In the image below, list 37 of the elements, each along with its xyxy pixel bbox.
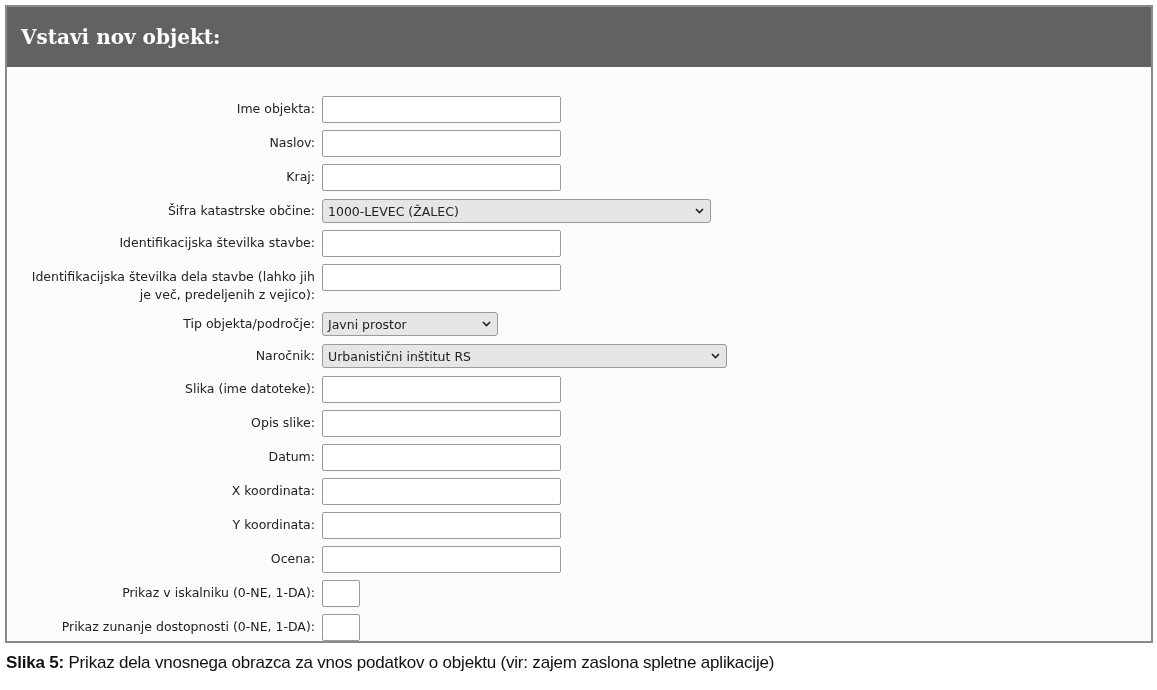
input-field[interactable] (322, 545, 561, 573)
input-field[interactable] (322, 264, 561, 292)
dropdown[interactable]: Urbanistični inštitut RS (322, 344, 727, 369)
input-field[interactable] (322, 477, 561, 505)
form-title: Vstavi nov objekt: (21, 25, 221, 49)
field-label: Naslov: (268, 134, 315, 153)
input-field[interactable] (322, 375, 561, 403)
chevron-down-icon (695, 208, 704, 215)
field-label: Kraj: (285, 168, 315, 187)
input-field[interactable] (322, 130, 561, 158)
input-field[interactable] (322, 96, 561, 123)
field-label: Opis slike: (250, 413, 315, 432)
chevron-down-icon (482, 321, 491, 328)
dropdown[interactable]: Javni prostor (322, 312, 498, 337)
input-field[interactable] (322, 409, 561, 437)
field-label: Y koordinata: (231, 515, 315, 534)
field-label: Identifikacijska številka stavbe: (118, 234, 315, 253)
field-label: Šifra katastrske občine: (166, 202, 315, 221)
chevron-down-icon (711, 353, 720, 360)
field-label: Identifikacijska številka dela stavbe (lahko jih je več, predeljenih z vejico): (30, 268, 315, 305)
input-field[interactable] (322, 164, 561, 192)
field-label: Prikaz v iskalniku (0-NE, 1-DA): (121, 583, 315, 602)
input-field[interactable] (322, 443, 561, 471)
dropdown[interactable]: 1000-LEVEC (ŽALEC) (322, 199, 711, 224)
input-field[interactable] (322, 613, 360, 641)
field-label: Naročnik: (254, 347, 315, 366)
input-field[interactable] (322, 579, 360, 607)
input-field[interactable] (322, 230, 561, 258)
field-label: Prikaz zunanje dostopnosti (0-NE, 1-DA): (60, 617, 315, 636)
field-label: Ocena: (269, 549, 315, 568)
figure-caption: Slika 5: Prikaz dela vnosnega obrazca za vnos podatkov o objektu (vir: zajem zaslona spletne aplikacije) (6, 653, 776, 673)
field-label: Tip objekta/področje: (182, 315, 315, 334)
field-label: Ime objekta: (235, 100, 315, 118)
field-label: X koordinata: (230, 481, 315, 500)
field-label: Datum: (267, 447, 315, 466)
input-field[interactable] (322, 511, 561, 539)
field-label: Slika (ime datoteke): (183, 379, 315, 398)
